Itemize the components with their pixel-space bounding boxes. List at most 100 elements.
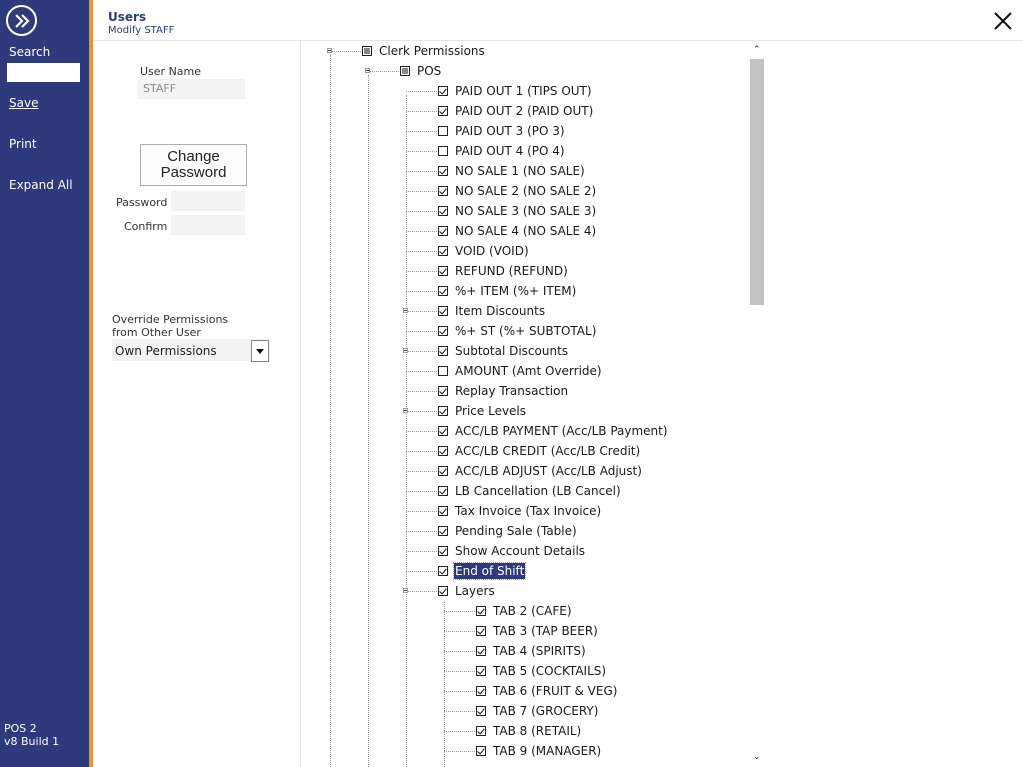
expand-toggle[interactable] xyxy=(403,408,408,413)
checkbox[interactable] xyxy=(438,266,448,276)
permissions-tree-panel: Clerk Permissions POS PAID OUT 1 (TIPS OUT… xyxy=(300,41,765,767)
checkbox[interactable] xyxy=(438,146,448,156)
tree-node-permission[interactable]: Subtotal Discounts xyxy=(438,341,569,361)
tree-node-permission[interactable]: NO SALE 4 (NO SALE 4) xyxy=(438,221,597,241)
tree-connector xyxy=(406,431,437,432)
expand-toggle[interactable] xyxy=(365,68,370,73)
tree-node-layer[interactable]: TAB 2 (CAFE) xyxy=(476,601,573,621)
checkbox[interactable] xyxy=(400,66,410,76)
tree-node-layer[interactable]: TAB 3 (TAP BEER) xyxy=(476,621,599,641)
checkbox[interactable] xyxy=(438,526,448,536)
tree-node-permission[interactable]: %+ ITEM (%+ ITEM) xyxy=(438,281,577,301)
tree-node-permission[interactable]: Price Levels xyxy=(438,401,527,421)
tree-node-permission[interactable]: PAID OUT 4 (PO 4) xyxy=(438,141,566,161)
tree-node-permission[interactable]: ACC/LB CREDIT (Acc/LB Credit) xyxy=(438,441,641,461)
checkbox[interactable] xyxy=(476,606,486,616)
tree-node-permission[interactable]: ACC/LB PAYMENT (Acc/LB Payment) xyxy=(438,421,669,441)
checkbox[interactable] xyxy=(438,306,448,316)
checkbox[interactable] xyxy=(476,746,486,756)
tree-node-permission[interactable]: Item Discounts xyxy=(438,301,546,321)
checkbox[interactable] xyxy=(438,446,448,456)
chevron-up-icon[interactable]: ⌃ xyxy=(753,45,761,55)
tree-node-permission[interactable]: Tax Invoice (Tax Invoice) xyxy=(438,501,602,521)
tree-node-layer[interactable]: TAB 4 (SPIRITS) xyxy=(476,641,587,661)
tree-node-permission[interactable]: %+ ST (%+ SUBTOTAL) xyxy=(438,321,597,341)
checkbox[interactable] xyxy=(438,426,448,436)
search-input[interactable] xyxy=(7,63,80,82)
tree-node-layer[interactable]: TAB 7 (GROCERY) xyxy=(476,701,599,721)
tree-node-permission[interactable]: VOID (VOID) xyxy=(438,241,530,261)
checkbox[interactable] xyxy=(438,326,448,336)
tree-node-label: TAB 3 (TAP BEER) xyxy=(493,624,598,638)
tree-scrollbar[interactable]: ⌃ ⌄ xyxy=(748,41,765,767)
tree-node-layer[interactable]: TAB 8 (RETAIL) xyxy=(476,721,582,741)
tree-node-permission[interactable]: PAID OUT 3 (PO 3) xyxy=(438,121,566,141)
checkbox[interactable] xyxy=(438,466,448,476)
checkbox[interactable] xyxy=(438,86,448,96)
checkbox[interactable] xyxy=(438,386,448,396)
checkbox[interactable] xyxy=(476,686,486,696)
tree-node-permission[interactable]: LB Cancellation (LB Cancel) xyxy=(438,481,622,501)
checkbox[interactable] xyxy=(438,366,448,376)
checkbox[interactable] xyxy=(438,186,448,196)
expand-toggle[interactable] xyxy=(403,308,408,313)
checkbox[interactable] xyxy=(438,286,448,296)
tree-node-pos[interactable]: POS xyxy=(400,61,442,81)
chevron-down-icon[interactable]: ⌄ xyxy=(753,752,761,762)
tree-node-permission[interactable]: PAID OUT 1 (TIPS OUT) xyxy=(438,81,593,101)
tree-node-permission[interactable]: Show Account Details xyxy=(438,541,586,561)
print-button[interactable]: Print xyxy=(9,137,37,151)
close-button[interactable] xyxy=(993,11,1013,31)
version-text: v8 Build 1 xyxy=(4,735,60,748)
checkbox[interactable] xyxy=(438,566,448,576)
checkbox[interactable] xyxy=(438,106,448,116)
expand-toggle[interactable] xyxy=(403,588,408,593)
tree-node-permission[interactable]: REFUND (REFUND) xyxy=(438,261,569,281)
checkbox[interactable] xyxy=(438,506,448,516)
checkbox[interactable] xyxy=(438,246,448,256)
checkbox[interactable] xyxy=(476,666,486,676)
override-permissions-select[interactable]: Own Permissions xyxy=(112,339,270,362)
tree-node-layer[interactable]: TAB 9 (MANAGER) xyxy=(476,741,602,761)
tree-node-permission[interactable]: Layers xyxy=(438,581,496,601)
checkbox[interactable] xyxy=(476,646,486,656)
checkbox[interactable] xyxy=(476,626,486,636)
dropdown-button[interactable] xyxy=(251,340,269,362)
save-button[interactable]: Save xyxy=(9,96,38,110)
checkbox[interactable] xyxy=(438,126,448,136)
tree-node-permission[interactable]: NO SALE 1 (NO SALE) xyxy=(438,161,586,181)
tree-node-permission[interactable]: Replay Transaction xyxy=(438,381,569,401)
tree-node-permission[interactable]: Pending Sale (Table) xyxy=(438,521,578,541)
checkbox[interactable] xyxy=(438,586,448,596)
tree-connector xyxy=(406,531,437,532)
checkbox[interactable] xyxy=(438,346,448,356)
expand-toggle[interactable] xyxy=(403,348,408,353)
checkbox[interactable] xyxy=(362,46,372,56)
checkbox[interactable] xyxy=(476,726,486,736)
tree-node-label: %+ ST (%+ SUBTOTAL) xyxy=(455,324,597,338)
change-password-label-line1: Change xyxy=(167,148,220,165)
checkbox[interactable] xyxy=(438,166,448,176)
checkbox[interactable] xyxy=(476,706,486,716)
tree-node-layer[interactable]: TAB 5 (COCKTAILS) xyxy=(476,661,607,681)
expand-toggle[interactable] xyxy=(327,48,332,53)
checkbox[interactable] xyxy=(438,546,448,556)
checkbox[interactable] xyxy=(438,486,448,496)
tree-node-layer[interactable]: TAB 6 (FRUIT & VEG) xyxy=(476,681,618,701)
expand-all-button[interactable]: Expand All xyxy=(9,178,73,192)
tree-node-permission[interactable]: End of Shift xyxy=(438,561,527,581)
checkbox[interactable] xyxy=(438,406,448,416)
confirm-password-field[interactable] xyxy=(171,215,245,235)
checkbox[interactable] xyxy=(438,226,448,236)
tree-node-permission[interactable]: NO SALE 2 (NO SALE 2) xyxy=(438,181,597,201)
tree-node-permission[interactable]: NO SALE 3 (NO SALE 3) xyxy=(438,201,597,221)
tree-node-permission[interactable]: AMOUNT (Amt Override) xyxy=(438,361,603,381)
forward-icon[interactable] xyxy=(6,5,37,36)
password-field[interactable] xyxy=(171,191,245,211)
checkbox[interactable] xyxy=(438,206,448,216)
scroll-thumb[interactable] xyxy=(750,59,764,305)
tree-node-clerk-permissions[interactable]: Clerk Permissions xyxy=(362,41,486,61)
tree-node-permission[interactable]: PAID OUT 2 (PAID OUT) xyxy=(438,101,594,121)
change-password-button[interactable]: Change Password xyxy=(140,144,247,186)
tree-node-permission[interactable]: ACC/LB ADJUST (Acc/LB Adjust) xyxy=(438,461,643,481)
